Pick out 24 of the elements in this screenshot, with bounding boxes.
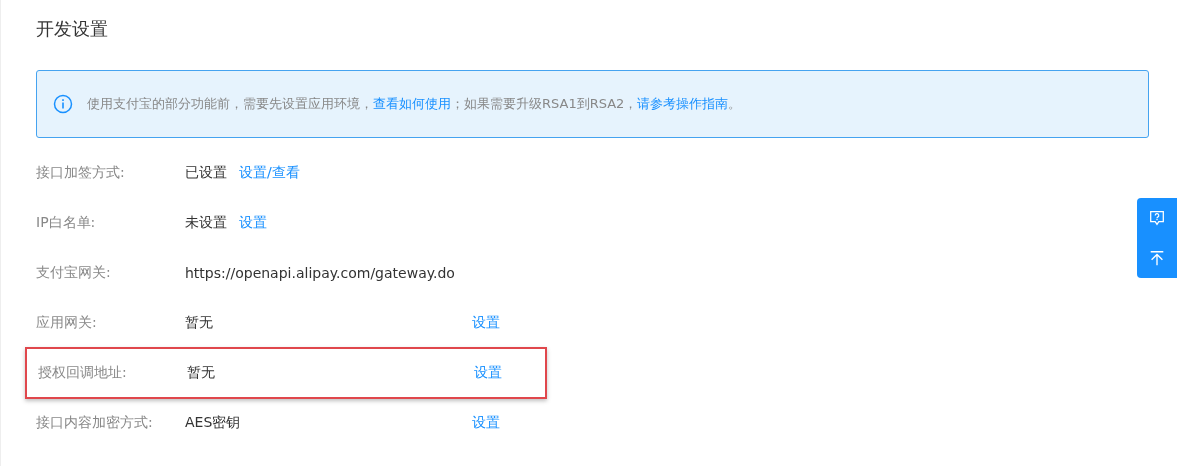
field-value: 未设置: [185, 214, 227, 232]
field-value: 暂无: [185, 314, 213, 332]
setting-link[interactable]: 设置: [239, 214, 267, 232]
field-label: 接口内容加密方式:: [36, 414, 154, 432]
field-value: 暂无: [187, 364, 215, 382]
field-value: 已设置: [185, 164, 227, 182]
setting-link[interactable]: 设置: [474, 364, 502, 382]
field-label: 接口加签方式:: [36, 164, 126, 182]
field-value: AES密钥: [185, 414, 241, 432]
back-to-top-icon[interactable]: [1148, 249, 1166, 267]
notice-link[interactable]: 请参考操作指南: [637, 96, 729, 111]
setting-link[interactable]: 设置: [472, 314, 500, 332]
notice-text: 使用支付宝的部分功能前，需要先设置应用环境，查看如何使用；如果需要升级RSA1到RSA2，请参考操作指南。: [87, 95, 742, 113]
info-icon: [53, 94, 73, 114]
page-title: 开发设置: [36, 17, 109, 41]
field-label: 应用网关:: [36, 314, 98, 332]
setting-link[interactable]: 设置/查看: [239, 164, 300, 182]
field-label: IP白名单:: [36, 214, 97, 232]
field-label: 支付宝网关:: [36, 264, 112, 282]
field-label: 授权回调地址:: [38, 364, 128, 382]
help-icon[interactable]: [1148, 209, 1166, 227]
notice-link[interactable]: 查看如何使用: [373, 96, 451, 111]
setting-link[interactable]: 设置: [472, 414, 500, 432]
field-value: https://openapi.alipay.com/gateway.do: [185, 265, 455, 281]
